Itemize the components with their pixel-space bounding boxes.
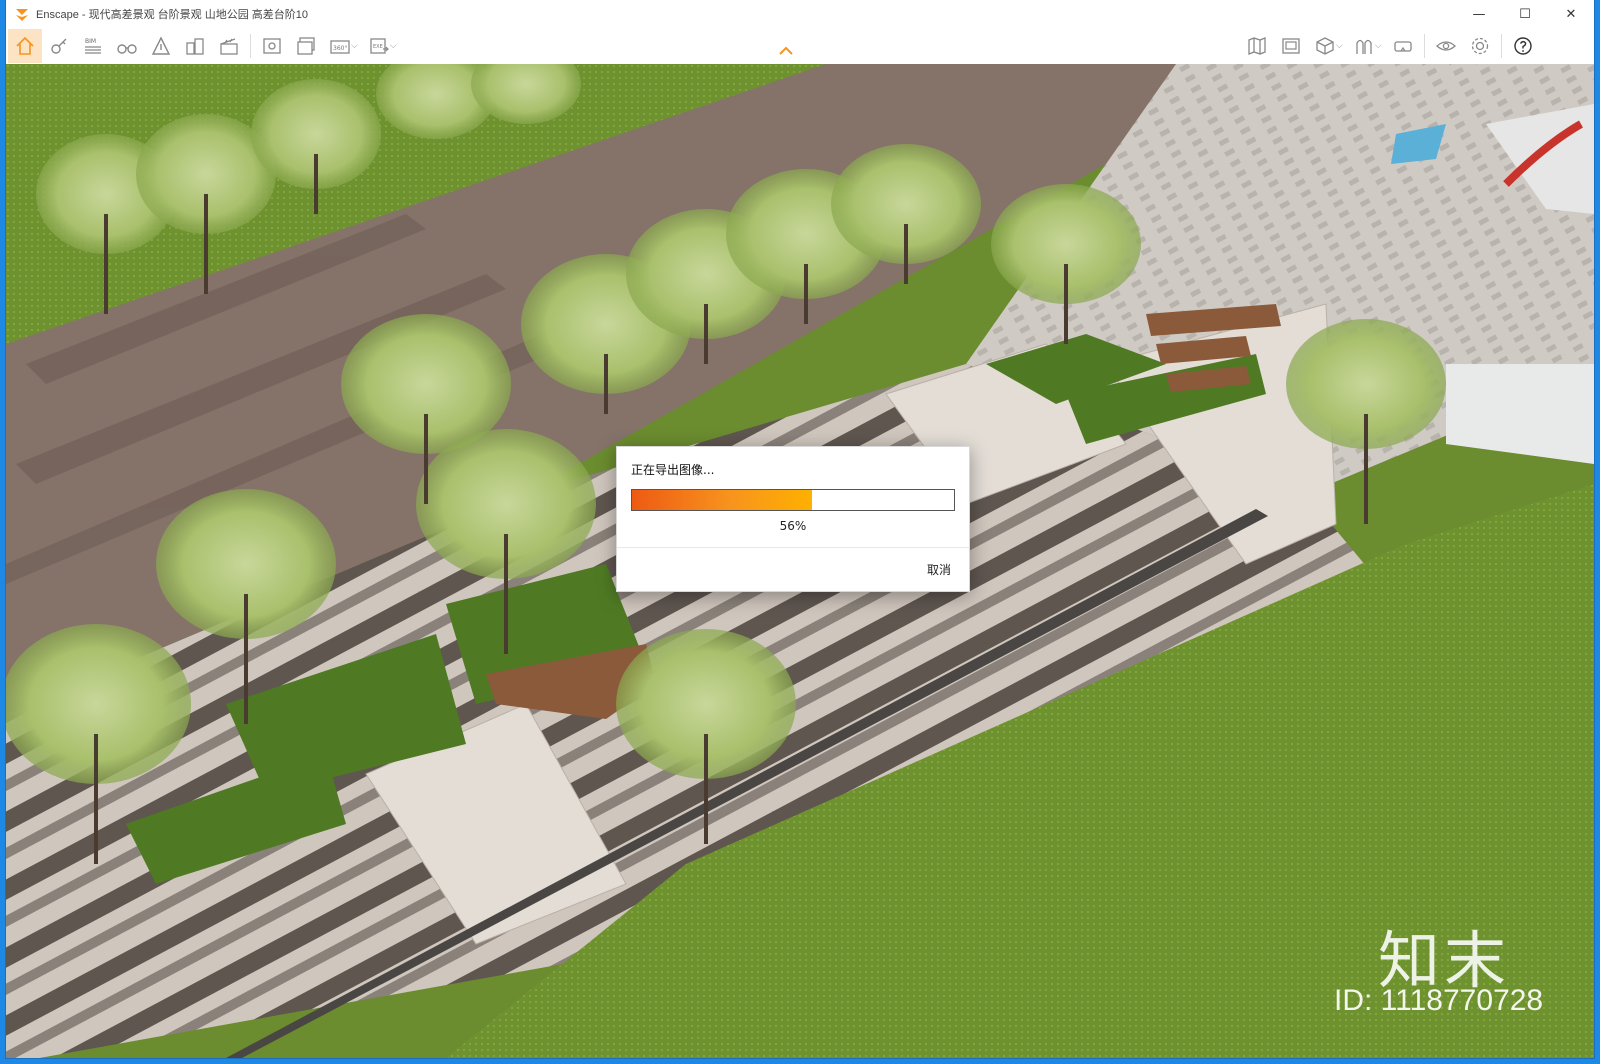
- bim-label: BIM: [85, 38, 96, 45]
- toolbar-right-group: ⌵ ⌵: [1240, 28, 1540, 64]
- progress-bar: [631, 489, 955, 511]
- pano-label: 360°: [333, 45, 347, 52]
- panorama-360-icon[interactable]: 360°: [323, 29, 357, 63]
- eye-icon[interactable]: [1429, 29, 1463, 63]
- key-icon[interactable]: [42, 29, 76, 63]
- toolbar-separator: [250, 34, 251, 58]
- progress-bar-fill: [632, 490, 813, 510]
- bim-icon[interactable]: BIM: [76, 29, 110, 63]
- binoculars-icon[interactable]: [110, 29, 144, 63]
- export-progress-dialog: 正在导出图像... 56% 取消: [616, 446, 970, 592]
- dialog-title: 正在导出图像...: [631, 463, 715, 477]
- window-controls: — ☐ ✕: [1456, 0, 1594, 28]
- watermark-id: ID: 1118770728: [1334, 984, 1544, 1017]
- toolbar-separator: [1500, 34, 1502, 58]
- title-bar[interactable]: Enscape - 现代高差景观 台阶景观 山地公园 高差台阶10 — ☐ ✕: [6, 0, 1594, 28]
- progress-percent: 56%: [779, 519, 807, 533]
- enscape-window: Enscape - 现代高差景观 台阶景观 山地公园 高差台阶10 — ☐ ✕ …: [6, 0, 1594, 1058]
- buildings-icon[interactable]: [178, 29, 212, 63]
- toolbar-left-group: BIM 360° ⌵ EXE ⌵: [8, 28, 401, 64]
- minimize-icon[interactable]: —: [1456, 0, 1502, 28]
- exe-label: EXE: [373, 44, 383, 50]
- exe-export-icon[interactable]: EXE: [362, 29, 396, 63]
- batch-render-icon[interactable]: [289, 29, 323, 63]
- navigation-icon[interactable]: [144, 29, 178, 63]
- screenshot-export-icon[interactable]: [255, 29, 289, 63]
- enscape-logo-icon: [16, 9, 28, 21]
- cancel-button[interactable]: 取消: [927, 561, 951, 578]
- main-toolbar: BIM 360° ⌵ EXE ⌵ ⌵ ⌵: [6, 28, 1594, 65]
- home-icon[interactable]: [8, 29, 42, 63]
- maximize-icon[interactable]: ☐: [1502, 0, 1548, 28]
- asset-library-icon[interactable]: [1347, 29, 1381, 63]
- map-icon[interactable]: [1240, 29, 1274, 63]
- dialog-divider: [617, 547, 969, 548]
- settings-icon[interactable]: [1463, 29, 1497, 63]
- window-title: Enscape - 现代高差景观 台阶景观 山地公园 高差台阶10: [36, 9, 308, 21]
- clapboard-icon[interactable]: [212, 29, 246, 63]
- toolbar-separator: [1423, 34, 1425, 58]
- collapse-toolbar-chevron-icon[interactable]: [778, 44, 794, 58]
- cube-icon[interactable]: [1308, 29, 1342, 63]
- help-icon[interactable]: [1506, 29, 1540, 63]
- gallery-icon[interactable]: [1274, 29, 1308, 63]
- vr-headset-icon[interactable]: [1386, 29, 1420, 63]
- close-icon[interactable]: ✕: [1548, 0, 1594, 28]
